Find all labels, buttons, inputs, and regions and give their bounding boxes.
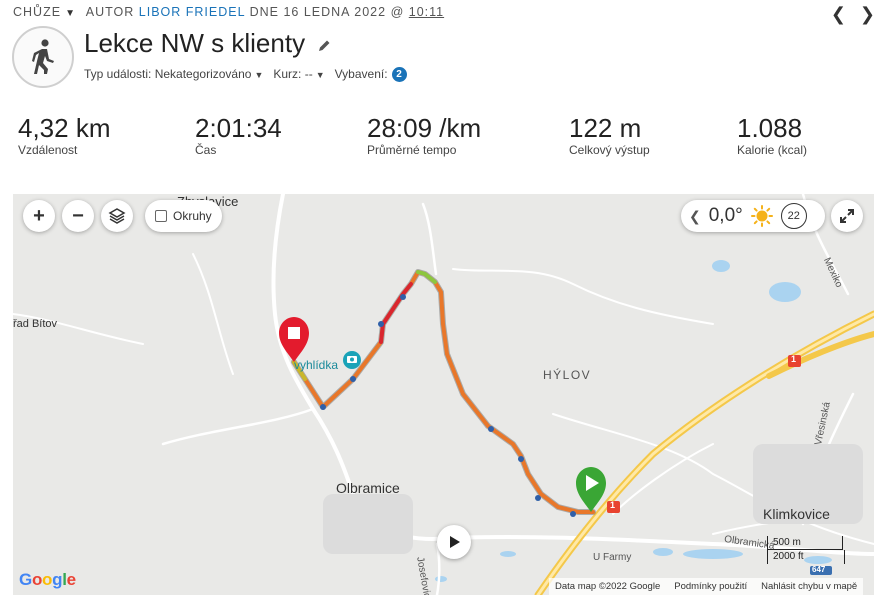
chevron-down-icon: ▼ <box>315 70 325 80</box>
map-scale: 500 m 2000 ft <box>767 536 845 564</box>
map-layers-button[interactable] <box>101 200 133 232</box>
stats-row: 4,32 km Vzdálenost 2:01:34 Čas 28:09 /km… <box>0 114 889 164</box>
weather-temperature: 0,0° <box>708 205 743 226</box>
event-type-dropdown[interactable]: Typ události: Nekategorizováno ▼ <box>84 67 263 82</box>
laps-label: Okruhy <box>173 209 212 223</box>
time-link[interactable]: 10:11 <box>409 5 444 19</box>
layers-icon <box>108 208 126 224</box>
activity-navigation: ❮ ❯ <box>831 5 875 23</box>
course-dropdown[interactable]: Kurz: -- ▼ <box>273 67 324 82</box>
minus-icon: − <box>72 204 84 227</box>
gear-info[interactable]: Vybavení: 2 <box>334 67 407 83</box>
viewpoint-camera-icon[interactable] <box>343 351 361 369</box>
stat-value: 4,32 km <box>18 113 111 143</box>
weather-widget[interactable]: ❮ 0,0° 22 <box>681 200 825 232</box>
chevron-left-icon[interactable]: ❮ <box>689 208 701 225</box>
fullscreen-button[interactable] <box>831 200 863 232</box>
event-type-label: Typ události: Nekategorizováno <box>84 67 252 81</box>
stat-label: Celkový výstup <box>569 143 650 157</box>
google-logo: Google <box>19 570 76 589</box>
stat-elevation-gain: 122 m Celkový výstup <box>569 114 650 157</box>
place-label-urad-bitov: řad Bítov <box>13 318 58 330</box>
place-label-klimkovice: Klimkovice <box>763 506 830 522</box>
stat-label: Kalorie (kcal) <box>737 143 808 157</box>
place-label-vyhlidka: vyhlídka <box>294 358 339 372</box>
laps-checkbox[interactable] <box>155 210 167 222</box>
stat-label: Vzdálenost <box>18 143 78 157</box>
walking-person-icon <box>32 39 54 74</box>
place-label-hylov: HÝLOV <box>543 368 592 382</box>
course-label: Kurz: -- <box>273 67 313 81</box>
street-label-u-farmy: U Farmy <box>593 552 632 563</box>
author-prefix: AUTOR <box>85 5 135 19</box>
zoom-out-button[interactable]: − <box>62 200 94 232</box>
stat-value: 1.088 <box>737 113 803 143</box>
activity-title: Lekce NW s klienty <box>84 28 331 59</box>
map-attribution: Data map ©2022 Google Podmínky použití N… <box>549 578 864 595</box>
scale-imperial: 2000 ft <box>767 550 845 564</box>
author-link[interactable]: LIBOR FRIEDEL <box>139 5 245 19</box>
play-route-button[interactable] <box>437 525 471 559</box>
gear-label: Vybavení: <box>334 67 388 81</box>
sun-icon <box>750 205 773 227</box>
zoom-in-button[interactable]: + <box>23 200 55 232</box>
road-shield-label: 1 <box>791 354 797 364</box>
plus-icon: + <box>33 204 45 227</box>
chevron-down-icon: ▼ <box>254 70 264 80</box>
gear-count-badge: 2 <box>391 67 407 83</box>
previous-activity-icon[interactable]: ❮ <box>831 5 846 23</box>
date-text: DNE 16 LEDNA 2022 @ <box>249 5 405 19</box>
route-track <box>292 270 595 514</box>
play-icon <box>450 536 460 548</box>
stat-label: Čas <box>195 143 217 157</box>
wind-speed-indicator: 22 <box>780 203 807 229</box>
stat-value: 28:09 /km <box>367 113 482 143</box>
activity-type-dropdown-icon[interactable]: ▼ <box>65 8 76 19</box>
road-shield-label: 1 <box>610 500 616 510</box>
stat-value: 122 m <box>569 113 642 143</box>
place-label-olbramice: Olbramice <box>336 480 400 496</box>
scale-metric: 500 m <box>767 536 843 550</box>
activity-title-text[interactable]: Lekce NW s klienty <box>84 28 305 58</box>
stat-time: 2:01:34 Čas <box>195 114 282 157</box>
laps-toggle[interactable]: Okruhy <box>145 200 222 232</box>
activity-header-line: CHŮZE ▼ AUTOR LIBOR FRIEDEL DNE 16 LEDNA … <box>13 5 444 19</box>
next-activity-icon[interactable]: ❯ <box>860 5 875 23</box>
edit-pencil-icon[interactable] <box>318 39 331 52</box>
stat-label: Průměrné tempo <box>367 143 457 157</box>
stat-distance: 4,32 km Vzdálenost <box>18 114 111 157</box>
stat-calories: 1.088 Kalorie (kcal) <box>737 114 807 157</box>
water-areas <box>435 260 832 582</box>
expand-icon <box>840 209 854 223</box>
route-map[interactable]: 1 1 647 Zbyslavice řad Bítov vyhlídka HÝ… <box>13 194 874 595</box>
map-data-credit: Data map ©2022 Google <box>555 581 661 592</box>
road-shield-label: 647 <box>812 565 826 574</box>
report-error-link[interactable]: Nahlásit chybu v mapě <box>761 581 857 592</box>
activity-meta: Typ události: Nekategorizováno ▼ Kurz: --… <box>84 67 407 83</box>
stat-value: 2:01:34 <box>195 113 282 143</box>
activity-type-avatar <box>12 26 74 88</box>
terms-link[interactable]: Podmínky použití <box>674 581 747 592</box>
activity-type: CHŮZE <box>13 5 62 19</box>
stat-pace: 28:09 /km Průměrné tempo <box>367 114 481 157</box>
